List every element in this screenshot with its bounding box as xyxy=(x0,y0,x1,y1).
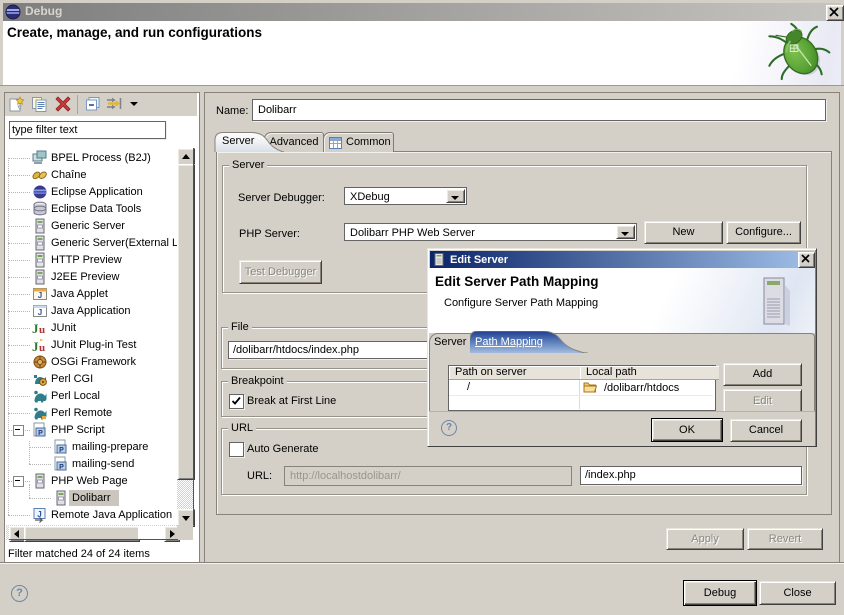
svg-text:u: u xyxy=(39,342,45,353)
svg-text:P: P xyxy=(59,447,64,454)
svg-text:u: u xyxy=(39,324,45,336)
svg-text:J: J xyxy=(38,308,42,317)
svg-text:J: J xyxy=(38,291,42,300)
svg-text:J: J xyxy=(32,339,39,353)
svg-text:J: J xyxy=(32,321,39,336)
svg-text:P: P xyxy=(38,430,43,437)
svg-text:P: P xyxy=(59,464,64,471)
